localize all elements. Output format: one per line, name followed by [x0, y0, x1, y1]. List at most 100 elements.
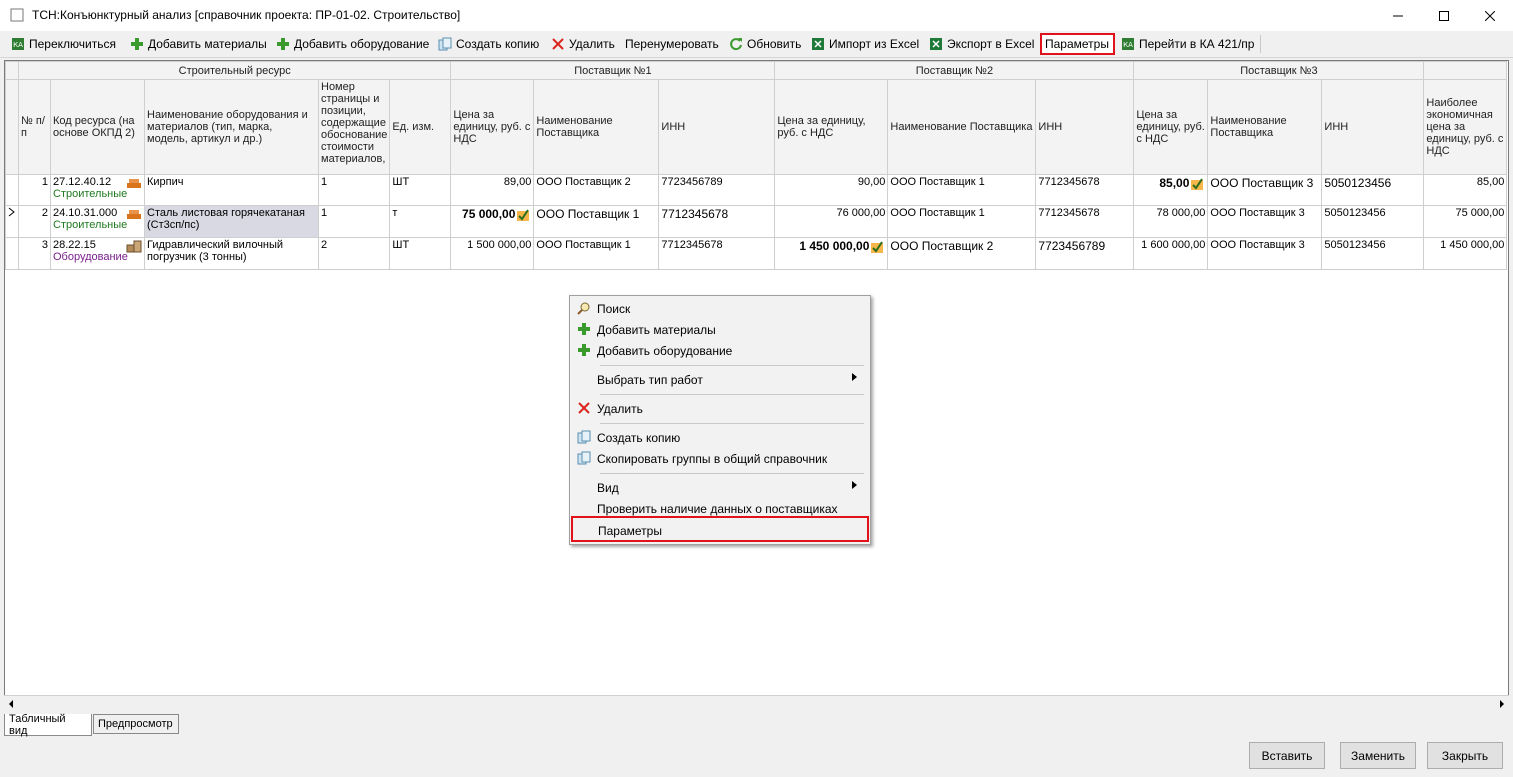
cell-s2-name[interactable]: ООО Поставщик 1: [887, 174, 1037, 206]
close-button[interactable]: Закрыть: [1427, 742, 1503, 769]
cell-s1-name[interactable]: ООО Поставщик 1: [533, 237, 660, 270]
cell-s2-inn[interactable]: 7712345678: [1035, 205, 1135, 238]
cell-best[interactable]: 1 450 000,00: [1423, 237, 1508, 270]
cell-best[interactable]: 75 000,00: [1423, 205, 1508, 238]
menu-item-parameters[interactable]: Параметры: [571, 516, 869, 542]
cell-s3-name[interactable]: ООО Поставщик 3: [1207, 237, 1323, 270]
menu-item-delete[interactable]: Удалить: [572, 398, 866, 419]
cell-page[interactable]: 1: [317, 205, 391, 238]
parameters-button[interactable]: Параметры: [1040, 33, 1115, 55]
cell-page[interactable]: 2: [317, 237, 391, 270]
cell-name[interactable]: Гидравлический вилочный погрузчик (3 тон…: [144, 237, 319, 270]
submenu-arrow-icon: [852, 481, 857, 489]
svg-text:КА: КА: [1123, 41, 1133, 49]
cell-s1-inn[interactable]: 7712345678: [658, 205, 776, 238]
cell-s2-price[interactable]: 90,00: [774, 174, 889, 206]
cell-s1-price[interactable]: 89,00: [450, 174, 535, 206]
col-header-s3-price[interactable]: Цена за единицу, руб. с НДС: [1133, 79, 1209, 175]
cell-code[interactable]: 27.12.40.12 Строительные: [50, 174, 145, 206]
cell-unit[interactable]: ШТ: [389, 174, 452, 206]
cell-s2-price[interactable]: 76 000,00: [774, 205, 889, 238]
menu-item-copy-groups[interactable]: Скопировать группы в общий справочник: [572, 448, 866, 469]
cell-s3-inn[interactable]: 5050123456: [1321, 237, 1425, 270]
cell-s2-price[interactable]: 1 450 000,00: [774, 237, 889, 270]
cell-s3-price[interactable]: 78 000,00: [1133, 205, 1209, 238]
col-header-page[interactable]: Номер страницы и позиции, содержащие обо…: [317, 79, 391, 175]
menu-item-view[interactable]: Вид: [572, 477, 866, 498]
cell-s2-name[interactable]: ООО Поставщик 2: [887, 237, 1037, 270]
scroll-left-icon[interactable]: [7, 700, 15, 708]
cell-code[interactable]: 24.10.31.000 Строительные: [50, 205, 145, 238]
col-header-s3-inn[interactable]: ИНН: [1321, 79, 1425, 175]
copy-icon: [577, 430, 591, 444]
menu-item-search[interactable]: Поиск: [572, 298, 866, 319]
cell-s3-name[interactable]: ООО Поставщик 3: [1207, 205, 1323, 238]
create-copy-button[interactable]: Создать копию: [435, 33, 542, 55]
cell-code[interactable]: 28.22.15 Оборудование: [50, 237, 145, 270]
col-header-unit[interactable]: Ед. изм.: [389, 79, 452, 175]
renumber-button[interactable]: Перенумеровать: [622, 33, 722, 55]
cell-s2-inn[interactable]: 7723456789: [1035, 237, 1135, 270]
col-header-s2-inn[interactable]: ИНН: [1035, 79, 1135, 175]
maximize-button[interactable]: [1421, 0, 1467, 31]
minimize-button[interactable]: [1375, 0, 1421, 31]
menu-item-add-equipment[interactable]: Добавить оборудование: [572, 340, 866, 361]
table-row[interactable]: 3 28.22.15 Оборудование Гидравлический в…: [5, 237, 1508, 270]
col-header-s1-price[interactable]: Цена за единицу, руб. с НДС: [450, 79, 535, 175]
add-equipment-button[interactable]: Добавить оборудование: [273, 33, 432, 55]
cell-s3-inn[interactable]: 5050123456: [1321, 205, 1425, 238]
add-materials-button[interactable]: Добавить материалы: [127, 33, 270, 55]
col-header-best[interactable]: Наиболее экономичная цена за единицу, ру…: [1423, 79, 1508, 175]
cell-s1-name[interactable]: ООО Поставщик 2: [533, 174, 660, 206]
cell-s1-name[interactable]: ООО Поставщик 1: [533, 205, 660, 238]
delete-button[interactable]: Удалить: [548, 33, 618, 55]
cell-s3-price[interactable]: 1 600 000,00: [1133, 237, 1209, 270]
horizontal-scrollbar[interactable]: [4, 695, 1509, 712]
cell-unit[interactable]: т: [389, 205, 452, 238]
equipment-icon: [126, 240, 142, 253]
group-header-supplier1: Поставщик №1: [450, 61, 776, 80]
cell-s2-inn[interactable]: 7712345678: [1035, 174, 1135, 206]
col-header-s2-name[interactable]: Наименование Поставщика: [887, 79, 1037, 175]
cell-best[interactable]: 85,00: [1423, 174, 1508, 206]
goto-ka-button[interactable]: КА Перейти в КА 421/пр: [1118, 33, 1257, 55]
cell-page[interactable]: 1: [317, 174, 391, 206]
cell-s1-price[interactable]: 1 500 000,00: [450, 237, 535, 270]
cell-s1-inn[interactable]: 7723456789: [658, 174, 776, 206]
cell-num[interactable]: 1: [18, 174, 51, 206]
col-header-name[interactable]: Наименование оборудования и материалов (…: [144, 79, 319, 175]
cell-num[interactable]: 2: [18, 205, 51, 238]
best-price-text: 85,00: [1159, 176, 1190, 190]
cell-name[interactable]: Сталь листовая горячекатаная (Ст3сп/пс): [144, 205, 319, 238]
col-header-num[interactable]: № п/п: [18, 79, 51, 175]
cell-s3-name[interactable]: ООО Поставщик 3: [1207, 174, 1323, 206]
close-window-button[interactable]: [1467, 0, 1513, 31]
tab-preview[interactable]: Предпросмотр: [93, 714, 179, 734]
refresh-button[interactable]: Обновить: [726, 33, 804, 55]
cell-s3-inn[interactable]: 5050123456: [1321, 174, 1425, 206]
col-header-s1-name[interactable]: Наименование Поставщика: [533, 79, 660, 175]
cell-name[interactable]: Кирпич: [144, 174, 319, 206]
cell-unit[interactable]: ШТ: [389, 237, 452, 270]
scroll-right-icon[interactable]: [1498, 700, 1506, 708]
col-header-s1-inn[interactable]: ИНН: [658, 79, 776, 175]
cell-s3-price[interactable]: 85,00: [1133, 174, 1209, 206]
replace-button[interactable]: Заменить: [1340, 742, 1416, 769]
table-row[interactable]: 1 27.12.40.12 Строительные Кирпич 1 ШТ 8…: [5, 174, 1508, 206]
cell-s1-inn[interactable]: 7712345678: [658, 237, 776, 270]
insert-button[interactable]: Вставить: [1249, 742, 1325, 769]
menu-item-create-copy[interactable]: Создать копию: [572, 427, 866, 448]
import-excel-button[interactable]: Импорт из Excel: [808, 33, 922, 55]
menu-item-add-materials[interactable]: Добавить материалы: [572, 319, 866, 340]
cell-s1-price[interactable]: 75 000,00: [450, 205, 535, 238]
export-excel-button[interactable]: Экспорт в Excel: [926, 33, 1037, 55]
col-header-code[interactable]: Код ресурса (на основе ОКПД 2): [50, 79, 145, 175]
cell-num[interactable]: 3: [18, 237, 51, 270]
col-header-s3-name[interactable]: Наименование Поставщика: [1207, 79, 1323, 175]
tab-table-view[interactable]: Табличный вид: [4, 713, 92, 737]
cell-s2-name[interactable]: ООО Поставщик 1: [887, 205, 1037, 238]
menu-item-select-work-type[interactable]: Выбрать тип работ: [572, 369, 866, 390]
table-row[interactable]: 2 24.10.31.000 Строительные Сталь листов…: [5, 205, 1508, 238]
switch-button[interactable]: КА Переключиться: [8, 33, 119, 55]
col-header-s2-price[interactable]: Цена за единицу, руб. с НДС: [774, 79, 889, 175]
